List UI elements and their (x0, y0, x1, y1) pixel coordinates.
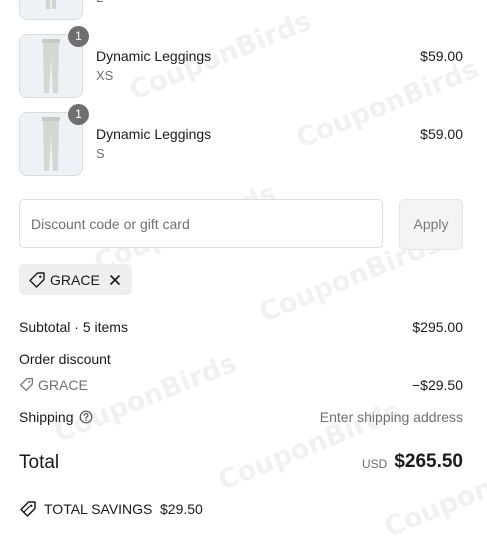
product-thumbnail[interactable] (19, 0, 83, 20)
total-savings-label: TOTAL SAVINGS (44, 501, 153, 517)
savings-tag-icon (19, 500, 37, 521)
shipping-label: Shipping (19, 409, 74, 425)
tag-icon (19, 377, 34, 395)
applied-discount-tag: GRACE (19, 264, 132, 295)
item-name: Dynamic Leggings (96, 48, 212, 64)
item-variant: S (96, 146, 105, 161)
shipping-value: Enter shipping address (319, 409, 463, 425)
item-name: Dynamic Leggings (96, 126, 212, 142)
discount-code-field[interactable] (19, 199, 383, 248)
item-price: $59.00 (420, 126, 463, 142)
total-label: Total (19, 452, 60, 473)
item-variant: L (96, 0, 103, 5)
item-variant: XS (96, 68, 114, 83)
tag-icon (28, 271, 46, 294)
discount-code-input[interactable] (31, 216, 371, 232)
discount-code-label: GRACE (50, 272, 100, 288)
leggings-image (20, 0, 82, 19)
subtotal-label: Subtotal · 5 items (19, 319, 128, 335)
item-price: $59.00 (420, 48, 463, 64)
help-circle-icon[interactable] (79, 410, 93, 427)
remove-discount-icon[interactable] (108, 273, 122, 292)
currency-code: USD (362, 457, 388, 471)
subtotal-value: $295.00 (412, 319, 463, 335)
order-discount-label: Order discount (19, 351, 111, 367)
discount-value: −$29.50 (412, 377, 463, 393)
total-value: $265.50 (394, 451, 463, 472)
total-savings-value: $29.50 (160, 501, 203, 517)
quantity-badge: 1 (68, 26, 89, 47)
apply-button[interactable]: Apply (399, 199, 463, 250)
discount-code-text: GRACE (38, 377, 88, 393)
quantity-badge: 1 (68, 104, 89, 125)
